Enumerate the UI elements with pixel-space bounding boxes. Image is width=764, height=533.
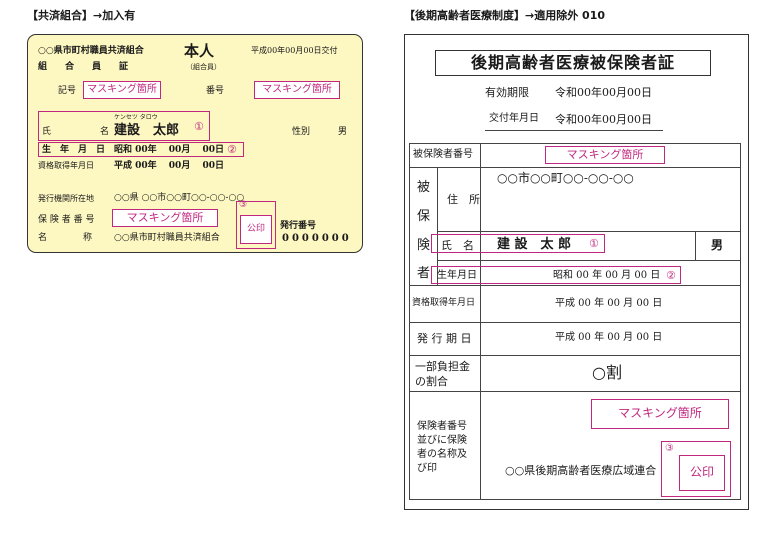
symbol-label: 記号 xyxy=(58,86,77,96)
gender-value: 男 xyxy=(338,127,348,137)
dob-label-right: 生年月日 xyxy=(437,270,477,281)
insurer-number-mask-right: マスキング箇所 xyxy=(591,399,729,429)
row-line xyxy=(409,322,741,323)
insurer-number-label: 保 険 者 番 号 xyxy=(38,215,95,225)
issue-date: 平成00年00月00日交付 xyxy=(251,46,338,55)
side-label-2: 保 xyxy=(417,209,431,224)
col-line xyxy=(480,143,481,499)
validity-label: 有効期限 xyxy=(485,86,529,99)
marker-2-left: ② xyxy=(227,143,237,156)
dob-label: 生 年 月 日 xyxy=(42,145,106,155)
address-label: 住 所 xyxy=(447,193,480,206)
qualification-value: 平成 00年 00月 00日 xyxy=(114,161,224,171)
certificate-title: 後期高齢者医療被保険者証 xyxy=(435,50,711,76)
dob-value: 昭和 00年 00月 00日 xyxy=(114,145,224,155)
member-note: （組合員） xyxy=(186,63,221,71)
issue-number-label: 発行番号 xyxy=(280,221,317,231)
marker-2-right: ② xyxy=(666,269,676,282)
gender-label: 性別 xyxy=(292,127,311,137)
row-line xyxy=(409,167,741,168)
row-line xyxy=(409,355,741,356)
marker-3-left: ③ xyxy=(239,200,248,210)
marker-1-left: ① xyxy=(194,120,204,133)
marker-3-right: ③ xyxy=(665,443,674,454)
seal-stamp-left: 公印 xyxy=(240,215,272,244)
address-value: ○○市○○町○○-○○-○○ xyxy=(497,171,634,185)
insurer-name-value: ○○県市町村職員共済組合 xyxy=(114,233,220,243)
insurer-name-value-right: ○○県後期高齢者医療広域連合 xyxy=(505,464,657,477)
insurer-name-label: 名 称 xyxy=(38,233,93,243)
card-type: 組 合 員 証 xyxy=(38,62,129,72)
issue-label-right: 発 行 期 日 xyxy=(417,332,472,345)
person-type: 本人 xyxy=(184,42,215,60)
issuer-name: ○○県市町村職員共済組合 xyxy=(38,46,144,56)
name-label-right: 氏 名 xyxy=(441,239,474,252)
dob-value-right: 昭和 00 年 00 月 00 日 xyxy=(553,270,661,281)
insurer-label-3: 者の名称及 xyxy=(417,449,467,460)
issue-number-value: 0000000 xyxy=(282,233,352,244)
validity-value: 令和00年00月00日 xyxy=(555,86,652,99)
qualification-value-right: 平成 00 年 00 月 00 日 xyxy=(555,298,663,309)
issue-value-right: 平成 00 年 00 月 00 日 xyxy=(555,332,663,343)
gender-value-right: 男 xyxy=(711,238,724,252)
delivery-label: 交付年月日 xyxy=(489,113,539,124)
insurer-label-4: び印 xyxy=(417,463,437,474)
row-line xyxy=(409,143,741,144)
copay-value: ○割 xyxy=(592,363,622,382)
row-line xyxy=(409,499,741,500)
name-label-second: 名 xyxy=(100,127,110,137)
col-line xyxy=(695,231,696,260)
elderly-insurance-certificate: 後期高齢者医療被保険者証 有効期限 令和00年00月00日 交付年月日 令和00… xyxy=(404,34,749,510)
issuer-address-value: ○○県 ○○市○○町○○-○○-○○ xyxy=(114,193,245,203)
side-label-3: 険 xyxy=(417,238,431,253)
marker-1-right: ① xyxy=(589,237,599,250)
insured-number-label: 被保険者番号 xyxy=(413,149,473,160)
qualification-label: 資格取得年月日 xyxy=(38,161,94,170)
copay-label-2: の割合 xyxy=(415,375,448,388)
col-line xyxy=(740,143,741,500)
side-label-1: 被 xyxy=(417,180,431,195)
name-label-first: 氏 xyxy=(42,127,52,137)
insured-number-mask: マスキング箇所 xyxy=(545,146,665,164)
qualification-label-right: 資格取得年月日 xyxy=(412,298,476,308)
right-heading: 【後期高齢者医療制度】→適用除外 010 xyxy=(404,9,606,22)
name-kana: ケンセツ タロウ xyxy=(114,114,158,121)
seal-stamp-right: 公印 xyxy=(679,455,725,491)
number-mask: マスキング箇所 xyxy=(254,81,340,99)
insurer-label-2: 並びに保険 xyxy=(417,435,467,446)
side-label-4: 者 xyxy=(417,266,431,281)
delivery-value: 令和00年00月00日 xyxy=(555,113,652,126)
row-line xyxy=(409,285,741,286)
left-heading: 【共済組合】→加入有 xyxy=(27,9,136,22)
col-line xyxy=(409,143,410,500)
issuer-address-label: 発行機関所在地 xyxy=(38,194,94,203)
row-line xyxy=(409,391,741,392)
insurer-number-mask: マスキング箇所 xyxy=(112,209,218,227)
number-label: 番号 xyxy=(206,86,225,96)
name-value: 建設 太郎 xyxy=(114,123,180,138)
name-value-right: 建 設 太 郎 xyxy=(497,237,572,252)
symbol-mask: マスキング箇所 xyxy=(83,81,161,99)
mutual-aid-card: ○○県市町村職員共済組合 組 合 員 証 本人 （組合員） 平成00年00月00… xyxy=(27,34,363,253)
insurer-label-1: 保険者番号 xyxy=(417,421,467,432)
copay-label-1: 一部負担金 xyxy=(415,360,470,373)
row-line xyxy=(437,260,741,261)
delivery-underline xyxy=(485,130,663,131)
